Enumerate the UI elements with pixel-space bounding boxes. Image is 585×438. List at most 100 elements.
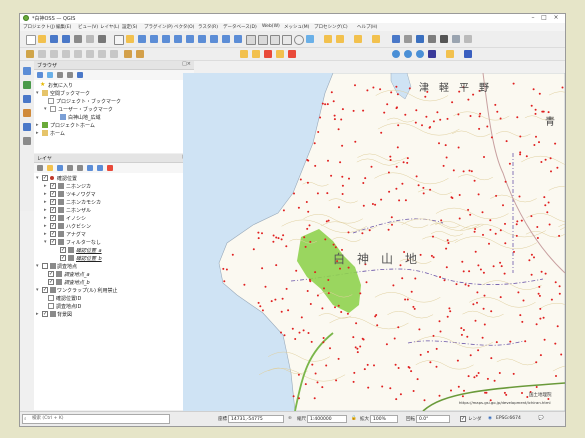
observation-point[interactable] — [412, 390, 415, 392]
observation-point[interactable] — [335, 379, 338, 382]
observation-point[interactable] — [394, 363, 397, 366]
observation-point[interactable] — [539, 354, 542, 357]
observation-point[interactable] — [519, 135, 522, 138]
observation-point[interactable] — [339, 161, 342, 164]
observation-point[interactable] — [314, 271, 317, 274]
observation-point[interactable] — [489, 228, 492, 231]
observation-point[interactable] — [449, 310, 452, 313]
observation-point[interactable] — [521, 320, 524, 323]
expand-arrow-icon[interactable]: ▸ — [36, 130, 39, 136]
select-by-value-icon[interactable] — [354, 35, 362, 43]
observation-point[interactable] — [306, 181, 309, 184]
observation-point[interactable] — [456, 359, 459, 362]
observation-point[interactable] — [528, 259, 531, 262]
zoom-next-icon[interactable] — [234, 35, 242, 43]
observation-point[interactable] — [374, 203, 377, 206]
observation-point[interactable] — [443, 279, 446, 282]
observation-point[interactable] — [317, 131, 320, 133]
observation-point[interactable] — [365, 281, 368, 284]
observation-point[interactable] — [333, 114, 336, 117]
style-manager-icon[interactable] — [98, 35, 106, 43]
observation-point[interactable] — [398, 199, 401, 202]
observation-point[interactable] — [297, 373, 300, 376]
observation-point[interactable] — [396, 146, 399, 149]
observation-point[interactable] — [332, 243, 335, 246]
redo-icon[interactable] — [136, 50, 144, 58]
observation-point[interactable] — [362, 182, 365, 184]
observation-point[interactable] — [516, 220, 519, 223]
label-rotate-icon[interactable] — [288, 50, 296, 58]
expand-arrow-icon[interactable]: ▸ — [44, 191, 47, 197]
add-virtual-layer-icon[interactable] — [23, 137, 31, 145]
observation-point[interactable] — [439, 276, 442, 278]
paste-features-icon[interactable] — [110, 50, 118, 58]
observation-point[interactable] — [468, 169, 471, 172]
observation-point[interactable] — [419, 353, 422, 356]
observation-point[interactable] — [366, 89, 369, 92]
expand-arrow-icon[interactable]: ▸ — [36, 311, 39, 317]
pan-to-selection-icon[interactable] — [126, 35, 134, 43]
zoom-rubberband-icon[interactable] — [162, 35, 170, 43]
observation-point[interactable] — [483, 156, 485, 158]
observation-point[interactable] — [407, 366, 410, 368]
observation-point[interactable] — [293, 192, 295, 195]
class-checkbox[interactable]: ✓ — [50, 207, 56, 213]
observation-point[interactable] — [415, 175, 418, 178]
observation-point[interactable] — [395, 398, 398, 401]
observation-point[interactable] — [421, 124, 423, 127]
observation-point[interactable] — [494, 232, 497, 235]
observation-point[interactable] — [445, 247, 448, 250]
observation-point[interactable] — [546, 211, 549, 214]
observation-point[interactable] — [535, 323, 538, 326]
observation-point[interactable] — [423, 399, 426, 402]
observation-point[interactable] — [406, 157, 409, 160]
layout-manager-icon[interactable] — [86, 35, 94, 43]
observation-point[interactable] — [524, 340, 527, 343]
observation-point[interactable] — [322, 341, 325, 344]
observation-point[interactable] — [452, 169, 455, 172]
new-3d-view-icon[interactable] — [258, 35, 268, 45]
observation-point[interactable] — [479, 268, 482, 271]
observation-point[interactable] — [493, 379, 496, 382]
observation-point[interactable] — [482, 233, 484, 236]
observation-point[interactable] — [457, 385, 460, 388]
observation-point[interactable] — [408, 87, 411, 90]
observation-point[interactable] — [446, 315, 449, 318]
zoom-layer-icon[interactable] — [198, 35, 206, 43]
globe-icon[interactable] — [392, 50, 400, 58]
observation-point[interactable] — [380, 198, 383, 201]
observation-point[interactable] — [329, 347, 331, 350]
delete-selected-icon[interactable] — [74, 50, 82, 58]
remove-layer-icon[interactable] — [107, 165, 113, 171]
observation-point[interactable] — [316, 381, 319, 384]
observation-point[interactable] — [415, 109, 418, 112]
observation-point[interactable] — [404, 113, 407, 116]
observation-point[interactable] — [352, 109, 355, 112]
observation-point[interactable] — [303, 236, 306, 239]
observation-point[interactable] — [558, 292, 561, 295]
observation-point[interactable] — [522, 299, 525, 302]
observation-point[interactable] — [499, 296, 502, 299]
class-checkbox[interactable]: ✓ — [50, 191, 56, 197]
observation-point[interactable] — [368, 229, 371, 232]
pan-hand-icon[interactable] — [114, 35, 124, 45]
observation-point[interactable] — [295, 269, 298, 272]
browser-info-icon[interactable] — [77, 72, 83, 78]
menu-plugins[interactable]: プラグイン(P) — [144, 24, 173, 30]
observation-point[interactable] — [261, 232, 263, 235]
observation-point[interactable] — [275, 236, 278, 239]
identify-icon[interactable] — [324, 35, 332, 43]
observation-point[interactable] — [298, 331, 301, 334]
observation-point[interactable] — [432, 120, 435, 123]
observation-point[interactable] — [432, 256, 435, 259]
observation-point[interactable] — [388, 190, 391, 193]
observation-point[interactable] — [261, 267, 264, 270]
observation-point[interactable] — [307, 332, 310, 334]
observation-point[interactable] — [445, 156, 448, 159]
collapse-arrow-icon[interactable]: ▾ — [36, 263, 39, 269]
observation-point[interactable] — [325, 364, 328, 367]
observation-point[interactable] — [327, 159, 329, 162]
observation-point[interactable] — [477, 193, 480, 196]
observation-point[interactable] — [355, 322, 358, 325]
observation-point[interactable] — [445, 266, 448, 269]
